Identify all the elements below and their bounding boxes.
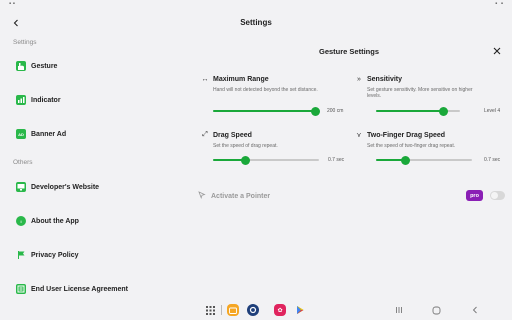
activate-pointer-toggle[interactable] bbox=[490, 191, 505, 200]
flag-icon bbox=[16, 250, 26, 260]
setting-description: Set gesture sensitivity. More sensitive … bbox=[367, 87, 473, 99]
flower-app-icon[interactable]: ✿ bbox=[274, 304, 286, 316]
gesture-settings-panel: Gesture Settings ↔ Maximum Range Hand wi… bbox=[186, 37, 512, 297]
close-icon bbox=[493, 47, 501, 55]
setting-title: Drag Speed bbox=[213, 131, 252, 139]
monitor-icon bbox=[16, 182, 26, 192]
recent-apps-icon[interactable] bbox=[392, 304, 406, 316]
sidebar-item-about-the-app[interactable]: i About the App bbox=[0, 206, 186, 236]
status-icons: ▪ ▪ bbox=[495, 1, 504, 7]
slider-value: 200 cm bbox=[327, 108, 344, 114]
back-nav-icon[interactable] bbox=[468, 304, 482, 316]
horizontal-arrows-icon: ↔ bbox=[201, 75, 209, 83]
slider-thumb[interactable] bbox=[439, 107, 449, 116]
panel-title: Gesture Settings bbox=[318, 47, 379, 56]
slider-track bbox=[376, 107, 460, 116]
sidebar-item-gesture[interactable]: Gesture bbox=[0, 51, 186, 81]
diagonal-arrows-icon: ⤢ bbox=[202, 131, 208, 138]
sidebar-item-developers-website[interactable]: Developer's Website bbox=[0, 172, 186, 202]
sidebar-item-label: Banner Ad bbox=[31, 130, 67, 138]
sidebar-item-label: End User License Agreement bbox=[31, 285, 128, 293]
pro-badge: pro bbox=[466, 190, 483, 201]
home-icon[interactable] bbox=[429, 304, 443, 316]
page-title: Settings bbox=[240, 18, 272, 27]
setting-description: Set the speed of two-finger drag repeat. bbox=[367, 143, 456, 149]
sidebar-item-label: About the App bbox=[31, 217, 79, 225]
dock-divider bbox=[221, 305, 222, 315]
slider-track bbox=[213, 156, 319, 165]
setting-title: Sensitivity bbox=[367, 75, 403, 83]
setting-title: Maximum Range bbox=[213, 75, 269, 83]
sidebar-item-label: Indicator bbox=[31, 96, 61, 104]
setting-maximum-range: ↔ Maximum Range Hand will not detected b… bbox=[200, 74, 350, 94]
setting-drag-speed: ⤢ Drag Speed Set the speed of drag repea… bbox=[200, 130, 350, 149]
two-finger-drag-speed-slider[interactable]: 0.7 sec bbox=[376, 155, 512, 165]
setting-title: Two-Finger Drag Speed bbox=[367, 131, 446, 139]
slider-value: Level 4 bbox=[484, 108, 501, 114]
sidebar-item-privacy-policy[interactable]: Privacy Policy bbox=[0, 240, 186, 270]
slider-track bbox=[376, 156, 472, 165]
sidebar-item-label: Developer's Website bbox=[31, 183, 100, 191]
pointer-icon bbox=[198, 191, 206, 201]
slider-fill bbox=[213, 110, 315, 112]
setting-two-finger-drag-speed: ⋎ Two-Finger Drag Speed Set the speed of… bbox=[354, 130, 504, 150]
status-time-icon: ▪ ▪ bbox=[9, 1, 15, 7]
slider-track bbox=[213, 107, 320, 116]
sidebar-item-label: Gesture bbox=[31, 62, 58, 70]
status-bar: ▪ ▪ ▪ ▪ bbox=[0, 0, 512, 10]
double-chevron-icon: » bbox=[357, 75, 361, 83]
slider-thumb[interactable] bbox=[310, 107, 320, 116]
sidebar-item-banner-ad[interactable]: AD Banner Ad bbox=[0, 119, 186, 149]
activate-pointer-label: Activate a Pointer bbox=[211, 192, 271, 200]
slider-thumb[interactable] bbox=[400, 156, 410, 165]
sidebar: Settings Gesture Indicator AD Banner Ad … bbox=[0, 32, 186, 302]
info-icon: i bbox=[16, 216, 26, 226]
gesture-icon bbox=[16, 61, 26, 71]
ad-icon: AD bbox=[16, 129, 26, 139]
license-icon bbox=[16, 284, 26, 294]
play-store-icon[interactable] bbox=[294, 304, 306, 316]
section-header-others: Others bbox=[13, 159, 33, 166]
sidebar-item-indicator[interactable]: Indicator bbox=[0, 85, 186, 115]
toggle-knob bbox=[491, 192, 498, 199]
app-drawer-icon[interactable] bbox=[203, 304, 217, 316]
slider-value: 0.7 sec bbox=[328, 157, 345, 163]
drag-speed-slider[interactable]: 0.7 sec bbox=[213, 155, 373, 165]
sidebar-item-label: Privacy Policy bbox=[31, 251, 79, 259]
system-nav-bar: ✿ bbox=[0, 300, 512, 320]
slider-value: 0.7 sec bbox=[484, 157, 501, 163]
slider-thumb[interactable] bbox=[240, 156, 250, 165]
settings-app-icon[interactable] bbox=[247, 304, 259, 316]
setting-sensitivity: » Sensitivity Set gesture sensitivity. M… bbox=[354, 74, 504, 100]
files-app-icon[interactable] bbox=[227, 304, 239, 316]
sensitivity-slider[interactable]: Level 4 bbox=[376, 106, 512, 116]
activate-pointer-row[interactable]: Activate a Pointer pro bbox=[198, 189, 505, 203]
double-chevron-down-icon: ⋎ bbox=[356, 132, 362, 139]
close-button[interactable] bbox=[490, 44, 504, 58]
slider-fill bbox=[376, 110, 444, 112]
setting-description: Set the speed of drag repeat. bbox=[213, 143, 278, 149]
section-header-settings: Settings bbox=[13, 39, 37, 46]
setting-description: Hand will not detected beyond the set di… bbox=[213, 87, 318, 93]
maximum-range-slider[interactable]: 200 cm bbox=[213, 106, 373, 116]
indicator-icon bbox=[16, 95, 26, 105]
